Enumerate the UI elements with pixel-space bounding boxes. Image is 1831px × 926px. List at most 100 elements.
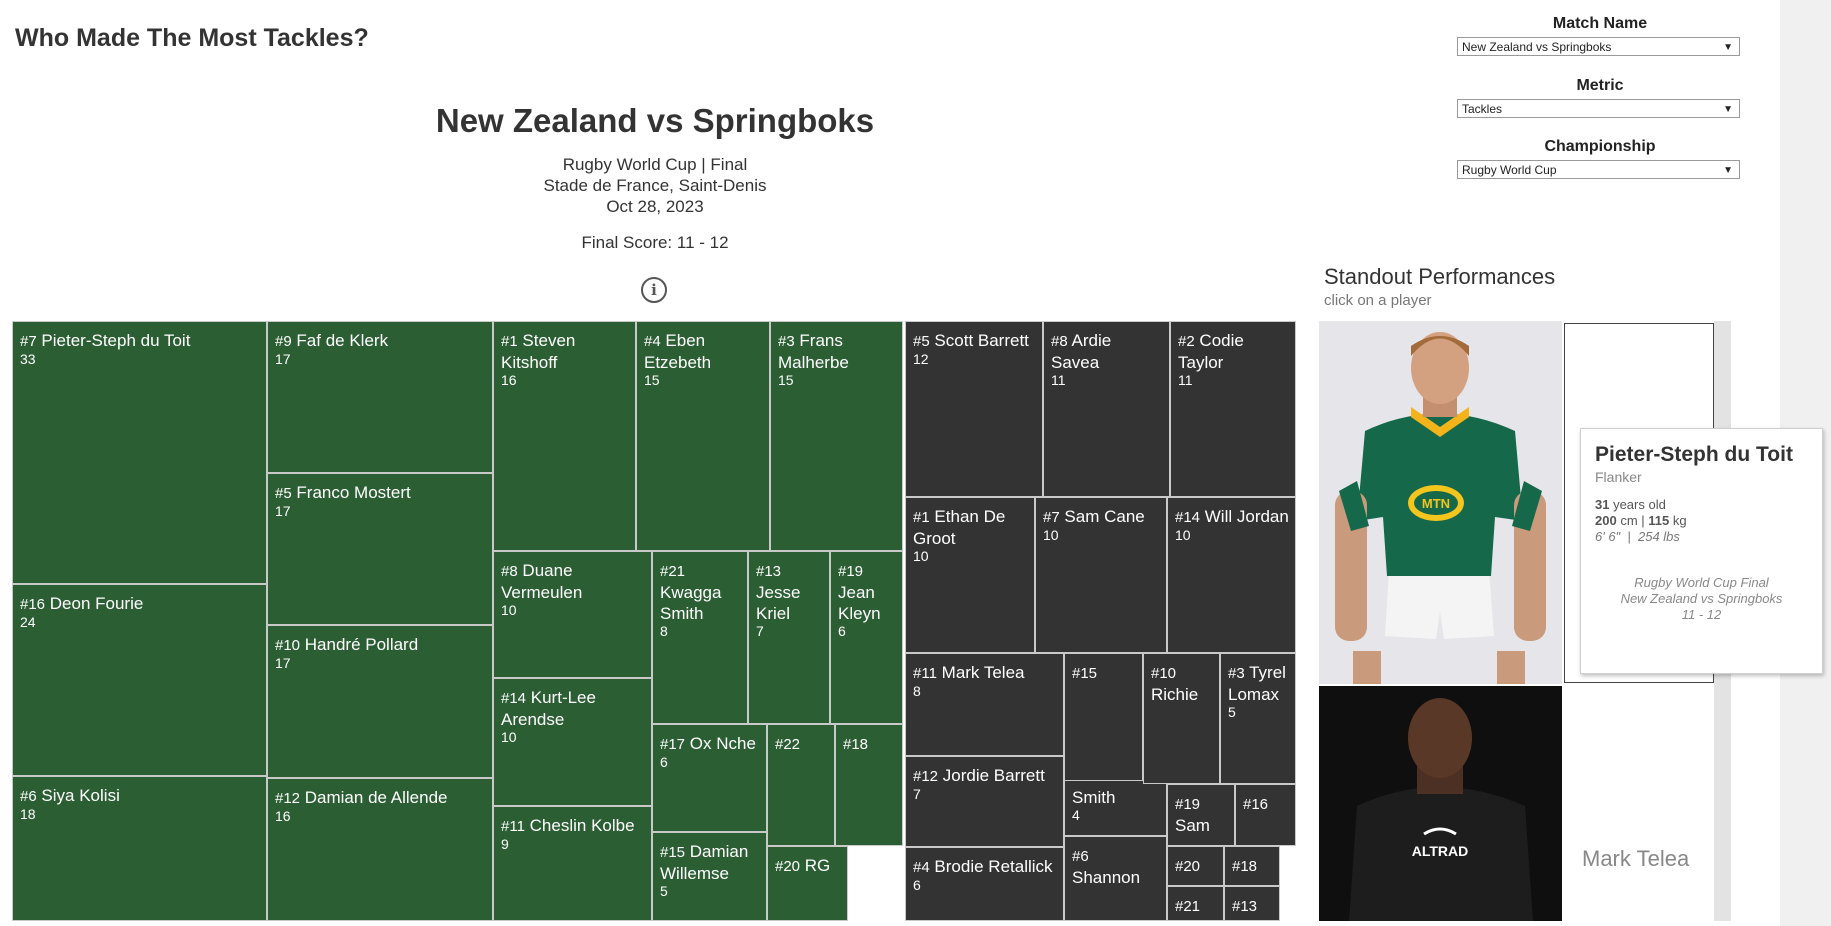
treemap-tile-springboks[interactable]: #1 Steven Kitshoff 16 [493,321,636,551]
treemap-tile-all-blacks[interactable]: #2 Codie Taylor 11 [1170,321,1296,497]
tile-player-number: #22 [775,736,801,753]
treemap-tile-springboks[interactable]: #11 Cheslin Kolbe 9 [493,806,652,921]
treemap-tile-springboks[interactable]: #6 Siya Kolisi 18 [12,776,267,921]
treemap-tile-springboks[interactable]: #22 [767,724,835,846]
treemap-tile-all-blacks[interactable]: #13 [1224,886,1280,921]
tile-player-name: Pieter-Steph du Toit [41,331,191,350]
tile-player-name: Handré Pollard [304,635,419,654]
treemap-tile-all-blacks[interactable]: #3 Tyrel Lomax 5 [1220,653,1296,784]
treemap-tile-all-blacks[interactable]: #19 Sam [1167,784,1235,846]
tile-player-label: #19 Jean Kleyn [838,560,896,624]
tile-player-label: #4 Eben Etzebeth [644,330,763,373]
treemap-tile-springboks[interactable]: #13 Jesse Kriel 7 [748,551,830,724]
tile-player-label: #8 Ardie Savea [1051,330,1163,373]
tile-player-number: #20 [1175,858,1201,875]
treemap-tile-springboks[interactable]: #17 Ox Nche 6 [652,724,767,832]
treemap-tile-all-blacks[interactable]: #7 Sam Cane 10 [1035,497,1167,653]
treemap-tile-all-blacks[interactable]: #16 [1235,784,1296,846]
treemap-tile-all-blacks[interactable]: #20 [1167,846,1224,886]
treemap-tile-all-blacks[interactable]: #12 Jordie Barrett 7 [905,756,1064,847]
tile-player-label: #21 Kwagga Smith [660,560,741,624]
tile-player-name: Kwagga Smith [660,583,722,623]
tooltip-imperial: 6' 6" | 254 lbs [1595,529,1680,544]
treemap-tile-springboks[interactable]: #12 Damian de Allende 16 [267,778,493,921]
tile-tackle-count: 17 [275,503,291,519]
treemap-tile-all-blacks[interactable]: #1 Ethan De Groot 10 [905,497,1035,653]
tile-player-number: #5 [913,333,930,350]
tile-player-name: Deon Fourie [49,594,144,613]
tile-player-name: Jesse Kriel [756,583,801,623]
player-photo-all-blacks[interactable]: ALTRAD [1319,686,1562,921]
treemap-tile-all-blacks[interactable]: #4 Brodie Retallick 6 [905,847,1064,921]
treemap-tile-all-blacks[interactable]: #11 Mark Telea 8 [905,653,1064,756]
tile-player-number: #13 [1232,898,1258,915]
treemap-tile-all-blacks[interactable]: #15 [1064,653,1143,781]
treemap-tile-springboks[interactable]: #8 Duane Vermeulen 10 [493,551,652,678]
treemap-tile-all-blacks[interactable]: #8 Ardie Savea 11 [1043,321,1170,497]
tooltip-match-line3: 11 - 12 [1681,607,1722,622]
tile-player-number: #16 [20,596,46,613]
tile-player-label: #3 Frans Malherbe [778,330,896,373]
tile-player-name: Ox Nche [689,734,756,753]
tile-player-number: #8 [1051,333,1068,350]
tile-player-name: Scott Barrett [934,331,1029,350]
tile-tackle-count: 6 [913,877,921,893]
tile-player-number: #3 [1228,665,1245,682]
info-icon[interactable]: i [641,277,667,303]
tile-player-name: Sam Cane [1064,507,1145,526]
tile-player-number: #14 [1175,509,1201,526]
treemap-tile-all-blacks[interactable]: #18 [1224,846,1280,886]
match-name-select[interactable]: New Zealand vs Springboks ▼ [1457,37,1740,56]
tile-player-number: #18 [843,736,869,753]
tile-player-label: #1 Steven Kitshoff [501,330,629,373]
treemap-tile-springboks[interactable]: #21 Kwagga Smith 8 [652,551,748,724]
treemap-tile-springboks[interactable]: #15 Damian Willemse 5 [652,832,767,921]
treemap-tile-springboks[interactable]: #4 Eben Etzebeth 15 [636,321,770,551]
standout-title: Standout Performances [1324,264,1556,289]
treemap-tile-springboks[interactable]: #3 Frans Malherbe 15 [770,321,903,551]
treemap-tile-springboks[interactable]: #5 Franco Mostert 17 [267,473,493,625]
tile-player-name: Sam [1175,816,1210,835]
tile-tackle-count: 4 [1072,807,1080,823]
treemap-tile-springboks[interactable]: #20 RG [767,846,848,921]
treemap-tile-all-blacks[interactable]: #21 [1167,886,1224,921]
treemap-tile-springboks[interactable]: #18 [835,724,903,846]
tile-player-label: #13 [1232,895,1273,917]
tile-player-label: #22 [775,733,828,755]
championship-label: Championship [1544,138,1656,155]
tile-tackle-count: 6 [660,754,668,770]
tile-player-number: #21 [660,563,686,580]
tile-player-name: Will Jordan [1204,507,1289,526]
championship-select[interactable]: Rugby World Cup ▼ [1457,160,1740,179]
tile-tackle-count: 24 [20,614,36,630]
tackles-treemap: #7 Pieter-Steph du Toit 33 #16 Deon Fourie… [12,321,1296,921]
tile-player-label: #7 Sam Cane [1043,506,1160,528]
tile-player-label: #21 [1175,895,1217,917]
treemap-tile-all-blacks[interactable]: #10 Richie [1143,653,1220,784]
tile-player-number: #1 [501,333,518,350]
tile-player-name: Richie [1151,685,1199,704]
chevron-down-icon: ▼ [1723,42,1733,53]
match-name-value: New Zealand vs Springboks [1462,40,1612,54]
tile-player-number: #19 [838,563,864,580]
treemap-tile-all-blacks[interactable]: #5 Scott Barrett 12 [905,321,1043,497]
metric-select[interactable]: Tackles ▼ [1457,99,1740,118]
nz-player-name[interactable]: Mark Telea [1582,846,1689,872]
treemap-tile-springboks[interactable]: #19 Jean Kleyn 6 [830,551,903,724]
tile-player-number: #15 [1072,665,1098,682]
tile-player-label: #7 Pieter-Steph du Toit [20,330,260,352]
treemap-tile-springboks[interactable]: #16 Deon Fourie 24 [12,584,267,776]
treemap-tile-springboks[interactable]: #14 Kurt-Lee Arendse 10 [493,678,652,806]
metric-label: Metric [1576,77,1624,94]
treemap-tile-all-blacks[interactable]: #6 Shannon [1064,836,1167,921]
treemap-tile-springboks[interactable]: #9 Faf de Klerk 17 [267,321,493,473]
treemap-tile-springboks[interactable]: #10 Handré Pollard 17 [267,625,493,778]
tile-player-number: #16 [1243,796,1269,813]
treemap-tile-springboks[interactable]: #7 Pieter-Steph du Toit 33 [12,321,267,584]
treemap-tile-all-blacks[interactable]: #14 Will Jordan 10 [1167,497,1296,653]
tile-player-number: #2 [1178,333,1195,350]
tile-player-number: #3 [778,333,795,350]
player-photo-springboks[interactable]: MTN [1319,321,1562,684]
tile-tackle-count: 10 [501,729,517,745]
page-title: Who Made The Most Tackles? [15,24,369,52]
